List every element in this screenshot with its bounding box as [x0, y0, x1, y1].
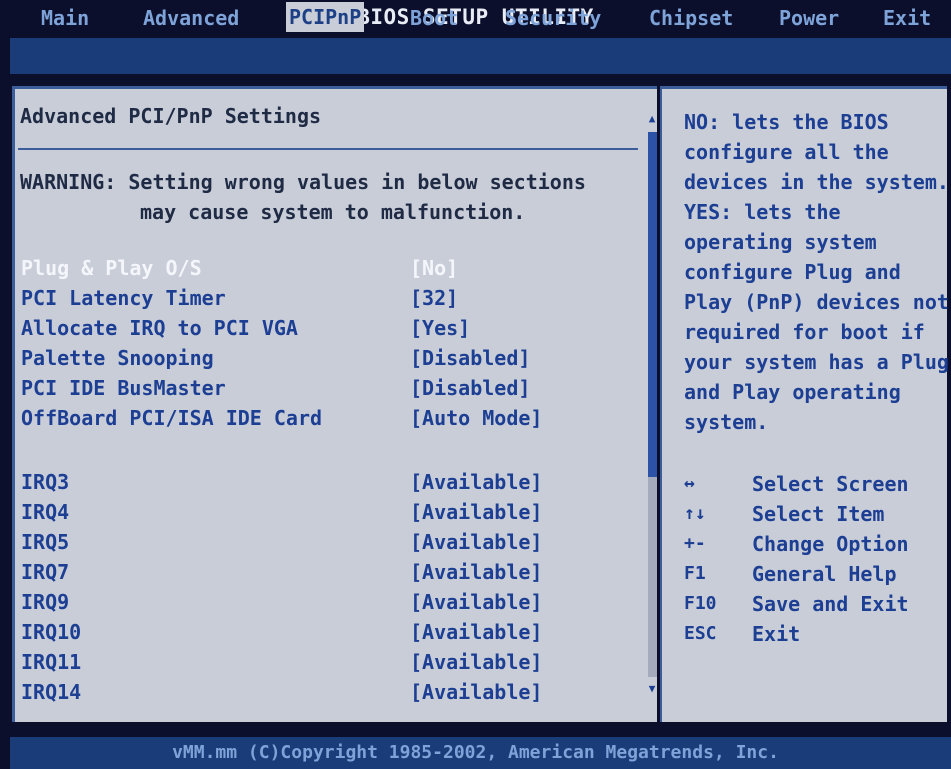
- irq-value[interactable]: [Available]: [410, 620, 542, 644]
- irq-value[interactable]: [Available]: [410, 680, 542, 704]
- warning-line-2: may cause system to malfunction.: [140, 200, 526, 224]
- section-divider: [18, 148, 638, 150]
- irq-value[interactable]: [Available]: [410, 530, 542, 554]
- setting-label-offboard-ide-card[interactable]: OffBoard PCI/ISA IDE Card: [21, 406, 322, 430]
- irq-label[interactable]: IRQ3: [21, 470, 69, 494]
- help-text-line: system.: [684, 410, 769, 434]
- setting-value-pci-latency-timer[interactable]: [32]: [410, 286, 458, 310]
- menu-tab-security[interactable]: Security: [502, 0, 604, 36]
- key-esc: ESC: [684, 623, 717, 644]
- bios-screen: BIOS SETUP UTILITY Main Advanced PCIPnP …: [0, 0, 951, 769]
- help-text-line: NO: lets the BIOS: [684, 110, 889, 134]
- menu-tab-boot[interactable]: Boot: [407, 0, 461, 36]
- help-text-line: required for boot if: [684, 320, 925, 344]
- menu-tab-main[interactable]: Main: [38, 0, 92, 36]
- plus-minus-icon: +-: [684, 533, 706, 554]
- irq-value[interactable]: [Available]: [410, 650, 542, 674]
- menu-tab-advanced[interactable]: Advanced: [140, 0, 242, 36]
- irq-label[interactable]: IRQ11: [21, 650, 81, 674]
- setting-value-pci-ide-busmaster[interactable]: [Disabled]: [410, 376, 530, 400]
- irq-label[interactable]: IRQ14: [21, 680, 81, 704]
- irq-value[interactable]: [Available]: [410, 590, 542, 614]
- scrollbar-thumb[interactable]: [648, 132, 657, 477]
- menu-bar: [10, 38, 951, 74]
- key-desc-save-and-exit: Save and Exit: [752, 592, 909, 616]
- key-desc-change-option: Change Option: [752, 532, 909, 556]
- setting-label-plug-and-play-os[interactable]: Plug & Play O/S: [21, 256, 202, 280]
- help-text-line: configure all the: [684, 140, 889, 164]
- irq-label[interactable]: IRQ5: [21, 530, 69, 554]
- key-desc-exit: Exit: [752, 622, 801, 646]
- setting-label-pci-latency-timer[interactable]: PCI Latency Timer: [21, 286, 226, 310]
- copyright-footer: vMM.mm (C)Copyright 1985-2002, American …: [172, 742, 779, 763]
- left-right-arrows-icon: ↔: [684, 473, 695, 494]
- help-text-line: configure Plug and: [684, 260, 901, 284]
- setting-label-pci-ide-busmaster[interactable]: PCI IDE BusMaster: [21, 376, 226, 400]
- setting-value-allocate-irq-vga[interactable]: [Yes]: [410, 316, 470, 340]
- scroll-down-arrow-icon[interactable]: ▼: [647, 682, 657, 696]
- key-f1: F1: [684, 563, 706, 584]
- menu-tab-pcipnp[interactable]: PCIPnP: [286, 2, 365, 32]
- irq-label[interactable]: IRQ4: [21, 500, 69, 524]
- up-down-arrows-icon: ↑↓: [684, 503, 706, 524]
- menu-tab-exit[interactable]: Exit: [880, 0, 934, 36]
- irq-label[interactable]: IRQ9: [21, 590, 69, 614]
- section-title: Advanced PCI/PnP Settings: [20, 104, 322, 128]
- help-text-line: operating system: [684, 230, 877, 254]
- help-text-line: Play (PnP) devices not: [684, 290, 949, 314]
- setting-label-palette-snooping[interactable]: Palette Snooping: [21, 346, 214, 370]
- key-f10: F10: [684, 593, 717, 614]
- irq-label[interactable]: IRQ7: [21, 560, 69, 584]
- help-text-line: and Play operating: [684, 380, 901, 404]
- irq-value[interactable]: [Available]: [410, 500, 542, 524]
- key-desc-select-screen: Select Screen: [752, 472, 909, 496]
- setting-value-plug-and-play-os[interactable]: [No]: [410, 256, 458, 280]
- setting-label-allocate-irq-vga[interactable]: Allocate IRQ to PCI VGA: [21, 316, 298, 340]
- warning-line-1: WARNING: Setting wrong values in below s…: [20, 170, 586, 194]
- menu-tab-power[interactable]: Power: [776, 0, 842, 36]
- help-text-line: your system has a Plug: [684, 350, 949, 374]
- setting-value-offboard-ide-card[interactable]: [Auto Mode]: [410, 406, 542, 430]
- key-desc-select-item: Select Item: [752, 502, 885, 526]
- scrollbar-track[interactable]: [648, 477, 657, 677]
- scroll-up-arrow-icon[interactable]: ▲: [647, 112, 657, 126]
- irq-value[interactable]: [Available]: [410, 470, 542, 494]
- help-text-line: YES: lets the: [684, 200, 841, 224]
- help-text-line: devices in the system.: [684, 170, 949, 194]
- irq-label[interactable]: IRQ10: [21, 620, 81, 644]
- key-desc-general-help: General Help: [752, 562, 897, 586]
- irq-value[interactable]: [Available]: [410, 560, 542, 584]
- menu-tab-chipset[interactable]: Chipset: [646, 0, 736, 36]
- setting-value-palette-snooping[interactable]: [Disabled]: [410, 346, 530, 370]
